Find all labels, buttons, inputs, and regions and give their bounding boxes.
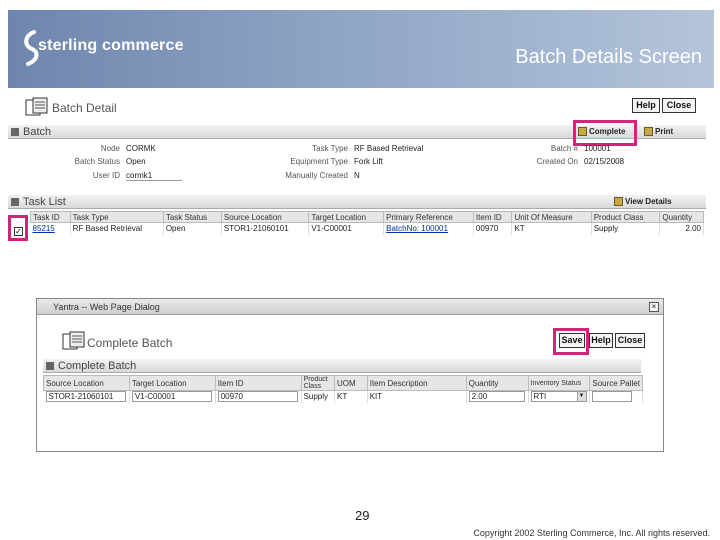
task-list-header: Task List — [8, 195, 706, 209]
col-source-location: Source Location — [43, 375, 130, 391]
complete-batch-dialog: Yantra -- Web Page Dialog × Complete Bat… — [36, 298, 664, 452]
node-label: Node — [100, 144, 120, 153]
page-number: 29 — [355, 508, 370, 523]
task-list-table: Task ID Task Type Task Status Source Loc… — [30, 211, 704, 235]
task-list-header-row: Task ID Task Type Task Status Source Loc… — [30, 211, 704, 223]
manually-created-value: N — [354, 171, 360, 180]
user-id-label: User ID — [92, 171, 120, 180]
col-quantity: Quantity — [465, 375, 529, 391]
close-button[interactable]: Close — [615, 333, 645, 348]
col-task-id[interactable]: Task ID — [30, 211, 71, 223]
batch-section-label: Batch — [23, 126, 52, 138]
col-product-class: Product Class — [300, 375, 336, 391]
complete-batch-icon — [62, 331, 85, 350]
col-uom[interactable]: Unit Of Measure — [511, 211, 592, 223]
task-type-cell: RF Based Retrieval — [70, 222, 164, 235]
task-type-value: RF Based Retrieval — [354, 144, 424, 153]
task-status-cell: Open — [163, 222, 222, 235]
uom-cell: KT — [511, 222, 592, 235]
complete-batch-section-label: Complete Batch — [58, 360, 137, 372]
source-location-cell: STOR1-21060101 — [221, 222, 310, 235]
col-primary-reference[interactable]: Primary Reference — [383, 211, 474, 223]
dialog-close-icon[interactable]: × — [649, 302, 659, 312]
item-description-cell: KIT — [367, 390, 467, 403]
col-item-id: Item ID — [214, 375, 302, 391]
product-class-cell: Supply — [591, 222, 661, 235]
col-target-location[interactable]: Target Location — [308, 211, 385, 223]
col-inventory-status: Inventory Status — [527, 375, 591, 391]
chevron-down-icon[interactable]: ▼ — [576, 392, 586, 402]
collapse-icon[interactable] — [46, 362, 54, 370]
batch-status-value: Open — [126, 157, 146, 166]
product-class-cell: Supply — [301, 390, 336, 403]
view-details-action[interactable]: View Details — [614, 197, 672, 206]
dialog-title: Complete Batch — [87, 336, 173, 350]
col-task-type[interactable]: Task Type — [69, 211, 164, 223]
manually-created-label: Manually Created — [285, 171, 348, 180]
col-source-pallet: Source Pallet — [589, 375, 643, 391]
collapse-icon[interactable] — [11, 128, 19, 136]
batch-detail-screen: Batch Detail Help Close Batch Complete P… — [8, 95, 718, 253]
print-action[interactable]: Print — [644, 127, 673, 136]
complete-highlight — [573, 120, 637, 146]
collapse-icon[interactable] — [11, 198, 19, 206]
created-on-value: 02/15/2008 — [584, 157, 625, 166]
inventory-status-value: RTI — [533, 392, 547, 402]
close-button[interactable]: Close — [662, 98, 696, 113]
view-details-label: View Details — [625, 197, 672, 206]
dialog-titlebar: Yantra -- Web Page Dialog — [37, 299, 663, 315]
task-type-label: Task Type — [312, 144, 348, 153]
node-value: CORMK — [126, 144, 156, 153]
item-id-cell: 00970 — [473, 222, 513, 235]
checkbox-highlight — [8, 215, 28, 241]
created-on-label: Created On — [536, 157, 578, 166]
col-task-status[interactable]: Task Status — [162, 211, 222, 223]
inventory-status-select[interactable]: RTI ▼ — [530, 391, 587, 403]
complete-batch-section-header: Complete Batch — [43, 359, 641, 373]
copyright-text: Copyright 2002 Sterling Commerce, Inc. A… — [473, 528, 710, 538]
primary-reference-link[interactable]: BatchNo: 100001 — [383, 222, 474, 235]
task-list-label: Task List — [23, 196, 66, 208]
task-id-link[interactable]: 85215 — [30, 222, 71, 235]
col-target-location: Target Location — [128, 375, 216, 391]
batch-detail-icon — [25, 97, 48, 116]
user-id-value[interactable]: cormk1 — [126, 171, 182, 181]
equipment-type-label: Equipment Type — [290, 157, 348, 166]
col-item-id[interactable]: Item ID — [472, 211, 513, 223]
uom-cell: KT — [334, 390, 368, 403]
batch-no-value: 100001 — [584, 144, 611, 153]
table-row[interactable]: 85215 RF Based Retrieval Open STOR1-2106… — [30, 222, 704, 235]
print-icon — [644, 127, 653, 136]
view-details-icon — [614, 197, 623, 206]
complete-batch-table: Source Location Target Location Item ID … — [43, 375, 643, 403]
col-source-location[interactable]: Source Location — [220, 211, 310, 223]
col-item-description: Item Description — [366, 375, 467, 391]
complete-batch-header-row: Source Location Target Location Item ID … — [43, 375, 643, 391]
save-highlight — [553, 328, 589, 355]
logo-text: sterling commerce — [38, 37, 184, 54]
quantity-cell: 2.00 — [659, 222, 704, 235]
slide-header: sterling commerce Batch Details Screen — [8, 10, 714, 88]
batch-no-label: Batch # — [550, 144, 578, 153]
col-quantity[interactable]: Quantity — [659, 211, 704, 223]
target-location-cell: V1-C00001 — [308, 222, 385, 235]
batch-status-label: Batch Status — [74, 157, 120, 166]
item-id-field[interactable]: 00970 — [217, 391, 298, 403]
dialog-window-title: Yantra -- Web Page Dialog — [53, 302, 160, 312]
quantity-field[interactable]: 2.00 — [468, 391, 525, 403]
source-pallet-field[interactable] — [592, 391, 633, 403]
col-uom: UOM — [334, 375, 368, 391]
print-label: Print — [655, 127, 674, 136]
equipment-type-value: Fork Lift — [354, 157, 383, 166]
batch-detail-title: Batch Detail — [52, 101, 117, 115]
source-location-field[interactable]: STOR1-21060101 — [45, 391, 126, 403]
target-location-field[interactable]: V1-C00001 — [131, 391, 212, 403]
help-button[interactable]: Help — [632, 98, 660, 113]
slide-title: Batch Details Screen — [515, 46, 702, 68]
help-button[interactable]: Help — [589, 333, 613, 348]
col-product-class[interactable]: Product Class — [590, 211, 661, 223]
table-row: STOR1-21060101 V1-C00001 00970 Supply KT… — [43, 390, 643, 403]
